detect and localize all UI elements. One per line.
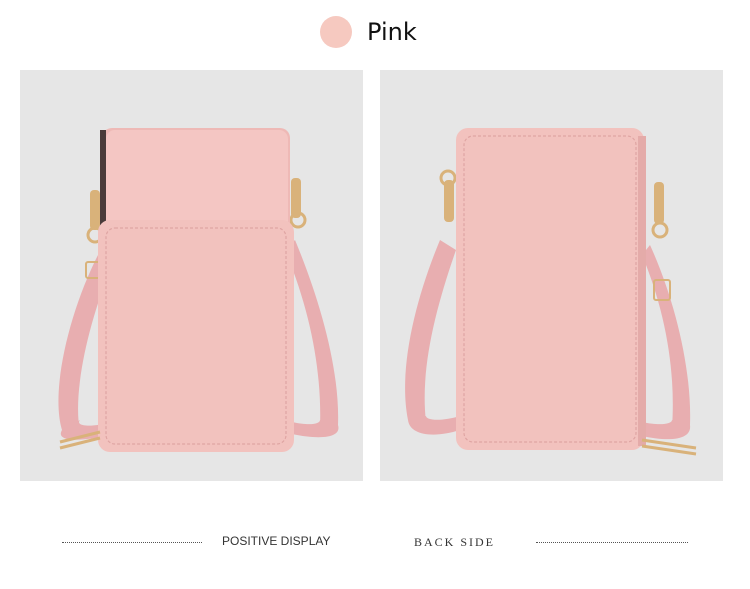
back-bag-illustration <box>405 128 697 456</box>
back-product-photo <box>380 70 723 481</box>
color-option-header: Pink <box>0 14 750 54</box>
front-product-photo <box>20 70 363 481</box>
color-swatch[interactable] <box>320 16 352 48</box>
front-caption: POSITIVE DISPLAY <box>222 534 331 548</box>
color-name: Pink <box>367 18 417 46</box>
back-caption: BACK SIDE <box>414 535 496 549</box>
caption-row: POSITIVE DISPLAY BACK SIDE <box>0 528 750 558</box>
left-dotted-rule <box>62 542 202 543</box>
right-dotted-rule <box>536 542 688 543</box>
front-bag-illustration <box>58 128 339 452</box>
